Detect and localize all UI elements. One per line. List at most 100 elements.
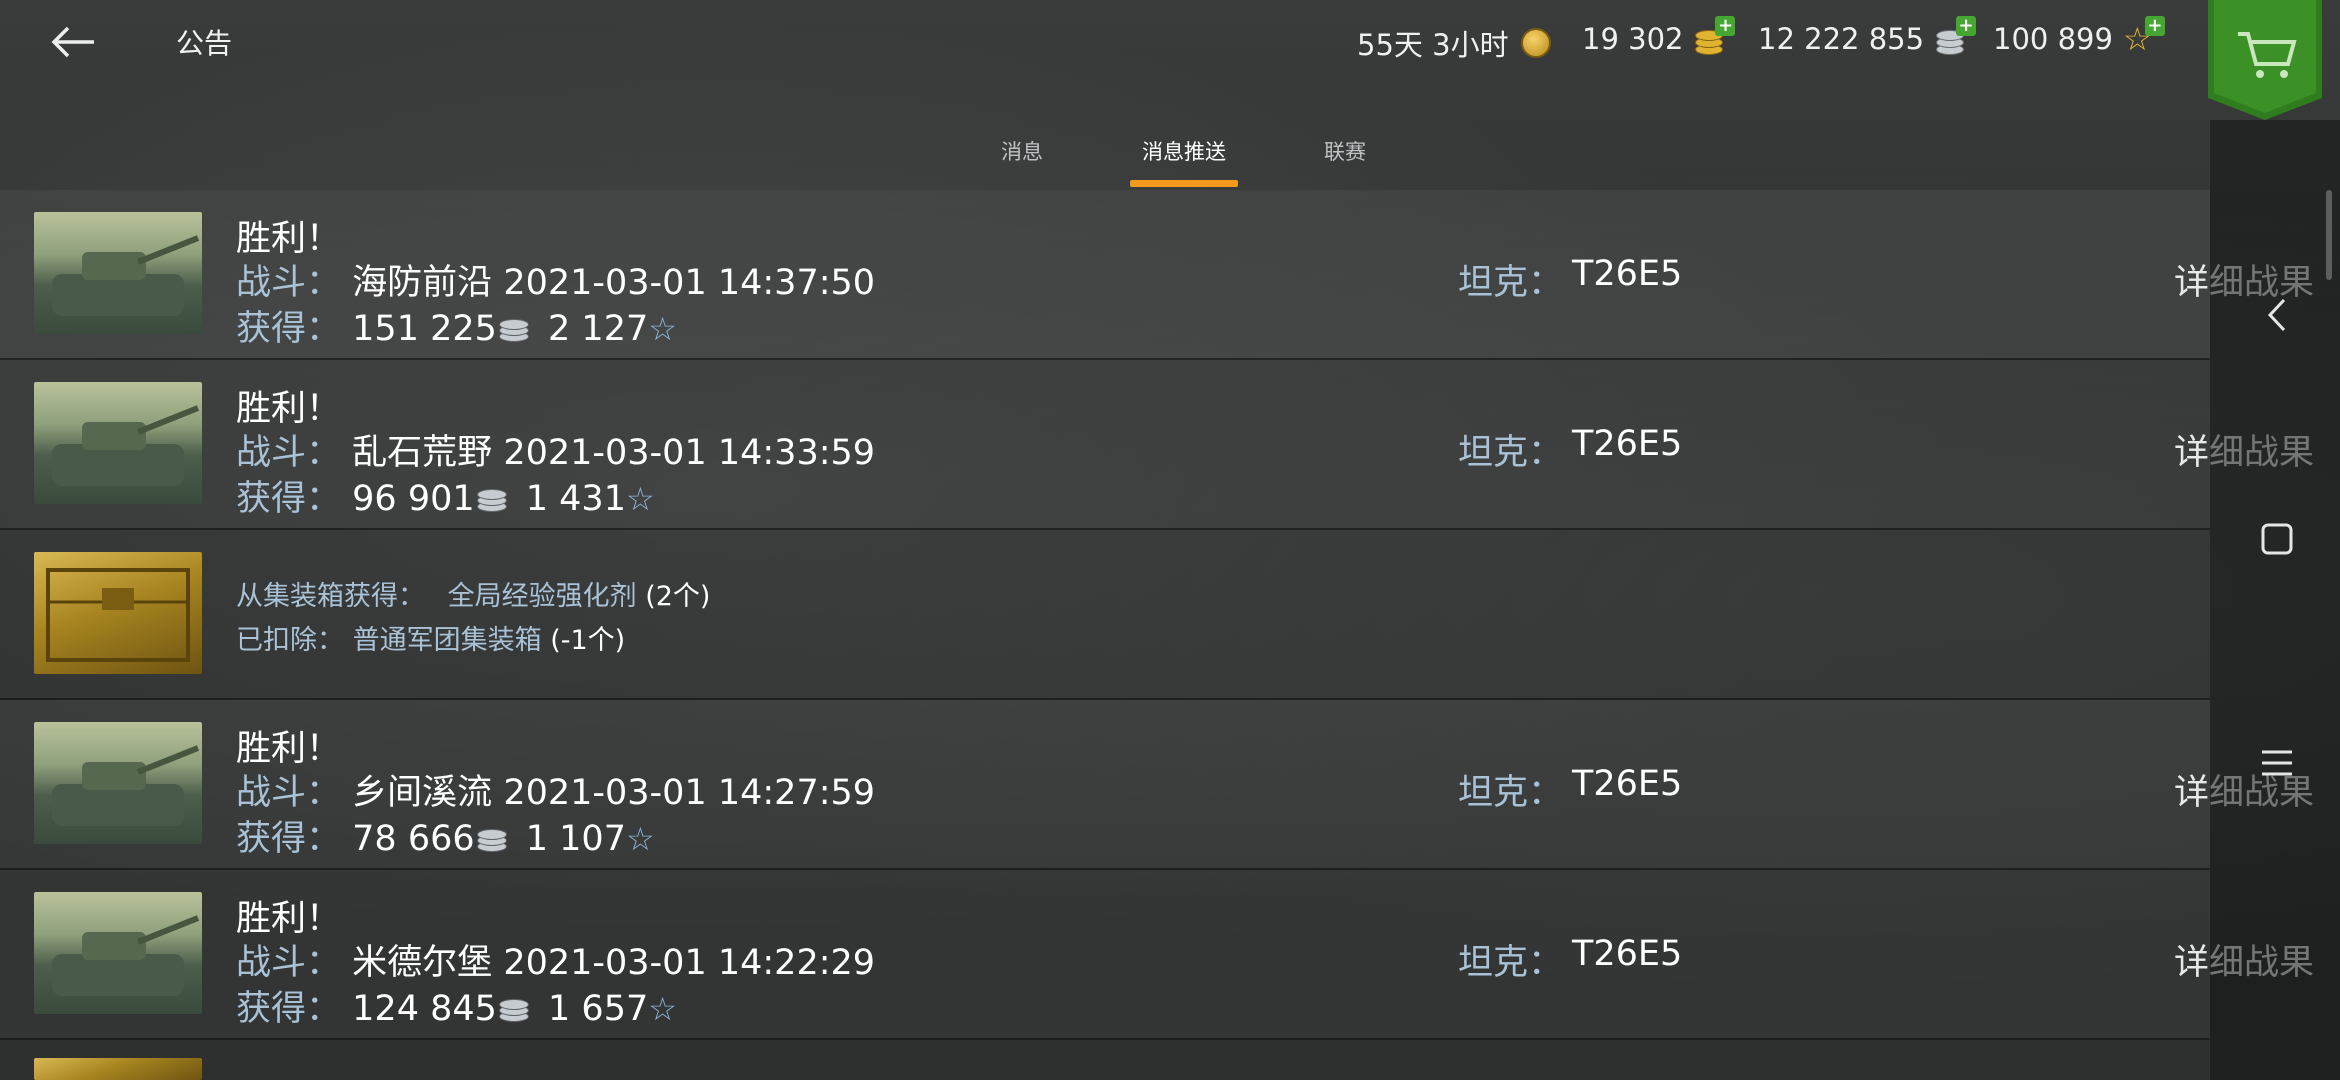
list-item[interactable]: 胜利！ 战斗： 米德尔堡 2021-03-01 14:22:29 获得： 124… xyxy=(0,870,2314,1040)
reward-xp: 1 107 xyxy=(525,819,626,859)
premium-time[interactable]: 55天 3小时 xyxy=(1357,22,1553,64)
tank-label: 坦克： xyxy=(1458,263,1564,303)
battle-info: 战斗： 乡间溪流 2021-03-01 14:27:59 xyxy=(236,764,875,815)
back-arrow-icon xyxy=(51,26,94,58)
tank-thumbnail xyxy=(34,212,202,334)
battle-datetime: 2021-03-01 14:33:59 xyxy=(503,433,876,473)
star-icon: ☆ xyxy=(625,820,655,858)
star-icon: ☆ xyxy=(648,310,677,348)
star-icon: ☆ xyxy=(625,480,655,518)
silver-coins-icon xyxy=(476,488,507,512)
crate-reward-line: 从集装箱获得： 全局经验强化剂 (2个) xyxy=(236,574,710,613)
list-item[interactable]: 胜利！ 战斗： 乱石荒野 2021-03-01 14:33:59 获得： 96 … xyxy=(0,360,2314,530)
removed-item-count: (-1个) xyxy=(550,625,626,656)
menu-icon xyxy=(2262,750,2292,776)
battle-label: 战斗： xyxy=(236,943,342,983)
silver-coins-icon xyxy=(476,828,507,852)
reward-label: 获得： xyxy=(236,479,342,519)
reward-credits: 96 901 xyxy=(352,479,475,519)
reward-label: 获得： xyxy=(236,989,342,1029)
crate-deduct-line: 已扣除： 普通军团集装箱 (-1个) xyxy=(236,618,625,657)
credits-balance[interactable]: 12 222 855 + xyxy=(1758,16,1977,56)
list-item[interactable]: 从集装箱获得： 全局经验强化剂 (2个) 已扣除： 普通军团集装箱 (-1个) xyxy=(0,530,2210,700)
battle-label: 战斗： xyxy=(236,263,342,303)
battle-map: 乱石荒野 xyxy=(352,433,493,473)
message-list[interactable]: 胜利！ 战斗： 海防前沿 2021-03-01 14:37:50 获得： 151… xyxy=(0,190,2314,1080)
list-item[interactable]: 胜利！ 战斗： 乡间溪流 2021-03-01 14:27:59 获得： 78 … xyxy=(0,700,2314,870)
deducted-label: 已扣除： xyxy=(236,625,344,656)
star-icon: ☆ xyxy=(648,990,677,1028)
top-bar: 公告 55天 3小时 19 302 + 12 222 855 + 100 899… xyxy=(0,0,2340,84)
reward-info: 获得： 124 845 1 657☆ xyxy=(236,980,677,1031)
system-nav-bar xyxy=(2210,120,2340,1080)
reward-info: 获得： 151 225 2 127☆ xyxy=(236,300,677,351)
reward-credits: 151 225 xyxy=(352,309,497,349)
free-xp-value: 100 899 xyxy=(1993,22,2113,56)
shopping-cart-icon xyxy=(2208,0,2322,120)
removed-item-name: 普通军团集装箱 xyxy=(352,625,542,656)
nav-home-button[interactable] xyxy=(2246,508,2308,570)
reward-xp: 2 127 xyxy=(548,309,649,349)
crate-thumbnail xyxy=(34,552,202,674)
battle-map: 海防前沿 xyxy=(352,263,493,303)
tank-thumbnail xyxy=(34,892,202,1014)
credits-value: 12 222 855 xyxy=(1758,22,1925,56)
tank-thumbnail xyxy=(34,722,202,844)
battle-map: 米德尔堡 xyxy=(352,943,493,983)
tank-name: T26E5 xyxy=(1572,934,1683,974)
crate-item-count: (2个) xyxy=(645,581,711,612)
gold-balance[interactable]: 19 302 + xyxy=(1582,16,1736,56)
silver-coins-icon xyxy=(498,318,529,342)
reward-info: 获得： 96 901 1 431☆ xyxy=(236,470,655,521)
nav-back-button[interactable] xyxy=(2246,284,2308,346)
battle-datetime: 2021-03-01 14:22:29 xyxy=(503,943,876,983)
free-xp-balance[interactable]: 100 899 ☆ + xyxy=(1993,16,2165,56)
page-title: 公告 xyxy=(176,27,233,60)
reward-credits: 78 666 xyxy=(352,819,475,859)
chevron-left-icon xyxy=(2267,298,2286,332)
reward-xp: 1 431 xyxy=(525,479,626,519)
battle-datetime: 2021-03-01 14:37:50 xyxy=(503,263,876,303)
shop-button[interactable] xyxy=(2208,0,2322,120)
from-crate-label: 从集装箱获得： xyxy=(236,581,425,612)
battle-label: 战斗： xyxy=(236,773,342,813)
crate-thumbnail xyxy=(34,1058,202,1080)
gold-value: 19 302 xyxy=(1582,22,1684,56)
tab-messages[interactable]: 消息 xyxy=(980,136,1064,190)
battle-info: 战斗： 乱石荒野 2021-03-01 14:33:59 xyxy=(236,424,875,475)
list-item[interactable] xyxy=(0,1040,2210,1080)
battle-label: 战斗： xyxy=(236,433,342,473)
tank-thumbnail xyxy=(34,382,202,504)
scrollbar[interactable] xyxy=(2326,190,2332,280)
premium-time-value: 55天 3小时 xyxy=(1357,28,1509,62)
reward-xp: 1 657 xyxy=(548,989,649,1029)
silver-coins-icon xyxy=(498,998,529,1022)
battle-datetime: 2021-03-01 14:27:59 xyxy=(503,773,876,813)
silver-coins-icon: + xyxy=(1934,16,1977,56)
square-icon xyxy=(2261,523,2293,555)
add-credits-icon[interactable]: + xyxy=(1956,16,1977,36)
tank-label: 坦克： xyxy=(1458,943,1564,983)
tank-name: T26E5 xyxy=(1572,424,1683,464)
add-xp-icon[interactable]: + xyxy=(2144,16,2165,36)
add-gold-icon[interactable]: + xyxy=(1715,16,1736,36)
reward-credits: 124 845 xyxy=(352,989,497,1029)
reward-label: 获得： xyxy=(236,819,342,859)
tab-league[interactable]: 联赛 xyxy=(1300,136,1390,190)
tank-name: T26E5 xyxy=(1572,254,1683,294)
reward-label: 获得： xyxy=(236,309,342,349)
back-button[interactable] xyxy=(44,14,104,70)
battle-info: 战斗： 海防前沿 2021-03-01 14:37:50 xyxy=(236,254,875,305)
crate-item-name: 全局经验强化剂 xyxy=(447,581,637,612)
tank-name: T26E5 xyxy=(1572,764,1683,804)
active-tab-indicator xyxy=(1130,180,1238,187)
premium-medal-icon xyxy=(1519,26,1553,60)
list-item[interactable]: 胜利！ 战斗： 海防前沿 2021-03-01 14:37:50 获得： 151… xyxy=(0,190,2314,360)
battle-info: 战斗： 米德尔堡 2021-03-01 14:22:29 xyxy=(236,934,875,985)
nav-menu-button[interactable] xyxy=(2246,736,2308,798)
battle-map: 乡间溪流 xyxy=(352,773,493,813)
star-icon: ☆ + xyxy=(2123,16,2165,56)
reward-info: 获得： 78 666 1 107☆ xyxy=(236,810,655,861)
tank-label: 坦克： xyxy=(1458,773,1564,813)
tank-label: 坦克： xyxy=(1458,433,1564,473)
